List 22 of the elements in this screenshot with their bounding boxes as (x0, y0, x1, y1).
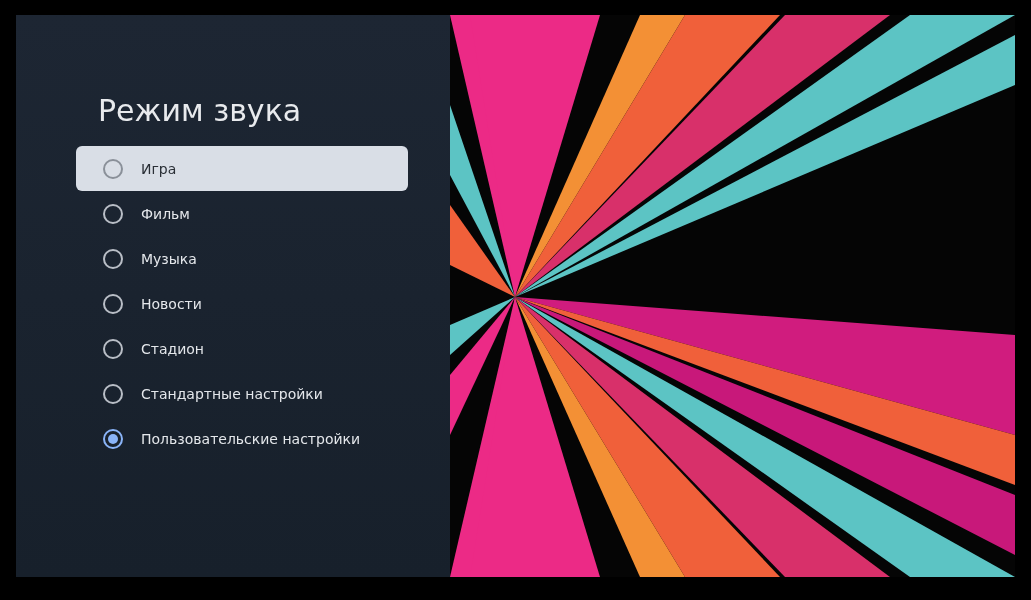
radio-button[interactable] (103, 428, 123, 449)
panel-title: Режим звука (98, 93, 303, 128)
radio-button[interactable] (103, 158, 123, 179)
option-label: Новости (141, 295, 202, 312)
option-label: Стандартные настройки (141, 385, 323, 402)
radio-button[interactable] (103, 293, 123, 314)
sound-mode-option[interactable]: Стадион (76, 326, 408, 371)
radio-button[interactable] (103, 338, 123, 359)
sound-mode-option[interactable]: Музыка (76, 236, 408, 281)
sound-mode-option[interactable]: Пользовательские настройки (76, 416, 408, 461)
radio-button[interactable] (103, 203, 123, 224)
sound-mode-option[interactable]: Игра (76, 146, 408, 191)
option-label: Пользовательские настройки (141, 430, 361, 447)
option-label: Музыка (141, 250, 197, 267)
sound-mode-option[interactable]: Стандартные настройки (76, 371, 408, 416)
option-label: Стадион (141, 340, 204, 357)
sound-mode-option[interactable]: Фильм (76, 191, 408, 236)
sound-mode-option[interactable]: Новости (76, 281, 408, 326)
option-label: Игра (141, 160, 177, 177)
option-label: Фильм (141, 205, 190, 222)
radio-button[interactable] (103, 248, 123, 269)
radio-button[interactable] (103, 383, 123, 404)
